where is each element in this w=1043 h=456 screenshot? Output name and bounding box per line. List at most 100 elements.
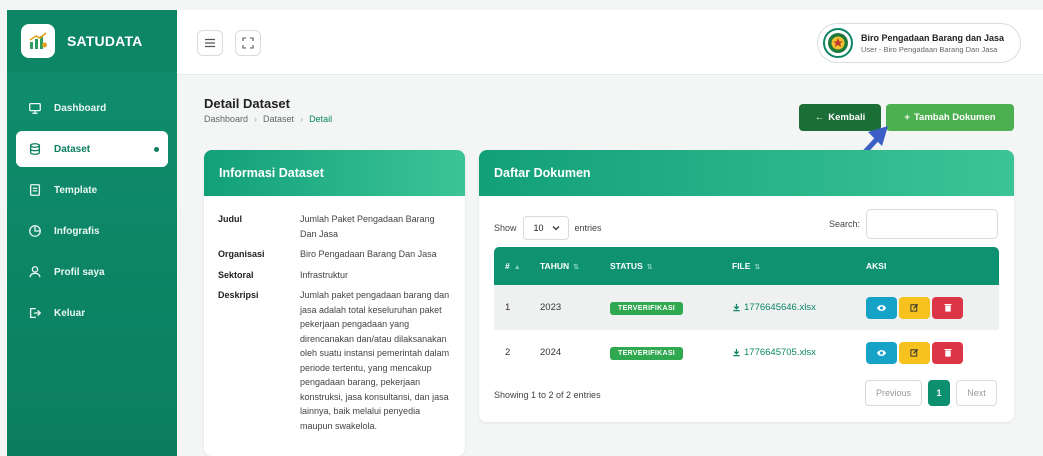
pie-chart-icon (29, 225, 41, 237)
breadcrumb-detail: Detail (309, 114, 333, 124)
cell-status: TERVERIFIKASI (596, 302, 718, 315)
info-value: Jumlah Paket Pengadaan Barang Dan Jasa (300, 214, 435, 239)
sidebar-item-label: Profil saya (54, 266, 105, 278)
cell-no: 1 (505, 302, 511, 313)
file-download-link[interactable]: 1776645705.xlsx (732, 347, 852, 358)
breadcrumb-dataset[interactable]: Dataset (263, 114, 294, 124)
emblem-icon (828, 33, 848, 53)
search-control: Search: (829, 209, 999, 239)
pagination-previous-button[interactable]: Previous (865, 380, 922, 406)
edit-button[interactable] (899, 296, 930, 319)
sort-icon: ⇅ (646, 264, 653, 271)
sidebar: SATUDATA Dashboard Dataset Template Info… (7, 10, 177, 456)
avatar (823, 28, 853, 58)
breadcrumb-separator: › (300, 114, 304, 124)
sidebar-item-profil[interactable]: Profil saya (16, 254, 168, 290)
chevron-down-icon (552, 226, 559, 231)
sort-icon: ▲ (513, 264, 521, 271)
info-row: Sektoral Infrastruktur (218, 268, 451, 283)
view-button[interactable] (866, 296, 897, 319)
show-label: Show (494, 223, 517, 233)
status-badge: TERVERIFIKASI (610, 302, 684, 315)
cell-file: 1776645646.xlsx (718, 302, 852, 313)
breadcrumb: Dashboard › Dataset › Detail (204, 114, 332, 124)
user-name: Biro Pengadaan Barang dan Jasa (861, 32, 1005, 43)
entries-label: entries (574, 223, 602, 233)
sidebar-item-dashboard[interactable]: Dashboard (16, 90, 168, 126)
col-header-label: TAHUN (540, 261, 570, 271)
sidebar-item-dataset[interactable]: Dataset (16, 131, 168, 167)
sidebar-item-template[interactable]: Template (16, 172, 168, 208)
info-card: Informasi Dataset Judul Jumlah Paket Pen… (204, 150, 465, 456)
sidebar-item-label: Dashboard (54, 102, 107, 114)
expand-icon (242, 37, 254, 49)
search-input[interactable] (866, 209, 999, 239)
sidebar-item-label: Template (54, 184, 98, 196)
col-header-aksi: AKSI (852, 261, 999, 271)
edit-button[interactable] (899, 341, 930, 364)
search-label: Search: (829, 219, 861, 229)
user-menu[interactable]: Biro Pengadaan Barang dan Jasa User - Bi… (817, 23, 1021, 63)
monitor-icon (29, 102, 41, 114)
sort-icon: ⇅ (754, 264, 761, 271)
info-value: Jumlah paket pengadaan barang dan jasa a… (300, 290, 450, 431)
menu-toggle-button[interactable] (197, 30, 223, 56)
add-document-label: Tambah Dokumen (913, 112, 996, 123)
cell-no: 2 (505, 347, 511, 358)
delete-button[interactable] (932, 296, 963, 319)
active-dot (154, 147, 159, 152)
cell-year: 2023 (540, 302, 562, 313)
sort-icon: ⇅ (573, 264, 579, 271)
page-title: Detail Dataset (204, 96, 290, 111)
plus-icon: + (904, 112, 910, 123)
col-header-status[interactable]: STATUS ⇅ (596, 261, 718, 271)
col-header-file[interactable]: FILE ⇅ (718, 261, 852, 271)
documents-table: # ▲ TAHUN ⇅ STATUS ⇅ FILE ⇅ AKSI 1 2023 TERV… (494, 247, 999, 375)
col-header-label: AKSI (866, 261, 887, 271)
col-header-label: # (505, 261, 510, 271)
trash-icon (944, 304, 951, 312)
topbar: Biro Pengadaan Barang dan Jasa User - Bi… (177, 10, 1043, 75)
info-row: Deskripsi Jumlah paket pengadaan barang … (218, 288, 451, 433)
documents-card-heading: Daftar Dokumen (479, 150, 1014, 196)
pagination: Previous 1 Next (865, 380, 997, 406)
entries-value: 10 (533, 223, 544, 233)
col-header-no[interactable]: # ▲ (494, 261, 526, 271)
fullscreen-button[interactable] (235, 30, 261, 56)
pagination-page-button[interactable]: 1 (928, 380, 950, 406)
pagination-next-button[interactable]: Next (956, 380, 997, 406)
add-document-button[interactable]: + Tambah Dokumen (886, 104, 1014, 131)
info-row: Organisasi Biro Pengadaan Barang Dan Jas… (218, 247, 451, 262)
logo-icon (21, 24, 55, 58)
info-value: Biro Pengadaan Barang Dan Jasa (300, 249, 437, 259)
back-button-label: Kembali (828, 112, 866, 123)
edit-icon (910, 303, 919, 312)
database-icon (29, 143, 41, 155)
col-header-label: STATUS (610, 261, 643, 271)
brand-title: SATUDATA (67, 33, 143, 49)
table-info: Showing 1 to 2 of 2 entries (494, 390, 601, 400)
info-table: Judul Jumlah Paket Pengadaan Barang Dan … (204, 196, 465, 433)
table-controls: Show 10 entries Search: (479, 196, 1014, 246)
download-icon (733, 348, 740, 357)
brand[interactable]: SATUDATA (7, 10, 177, 72)
col-header-tahun[interactable]: TAHUN ⇅ (526, 261, 596, 271)
eye-icon (876, 349, 887, 356)
sidebar-item-label: Dataset (54, 143, 91, 155)
sidebar-item-infografis[interactable]: Infografis (16, 213, 168, 249)
table-row: 2 2024 TERVERIFIKASI 1776645705.xlsx (494, 330, 999, 375)
download-icon (733, 303, 740, 312)
breadcrumb-separator: › (254, 114, 258, 124)
breadcrumb-dashboard[interactable]: Dashboard (204, 114, 248, 124)
arrow-left-icon: ← (814, 112, 825, 123)
col-header-label: FILE (732, 261, 751, 271)
view-button[interactable] (866, 341, 897, 364)
sidebar-item-keluar[interactable]: Keluar (16, 295, 168, 331)
info-value: Infrastruktur (300, 269, 349, 280)
cell-file: 1776645705.xlsx (718, 347, 852, 358)
file-download-link[interactable]: 1776645646.xlsx (732, 302, 852, 313)
delete-button[interactable] (932, 341, 963, 364)
entries-select[interactable]: 10 (522, 216, 569, 240)
cell-actions (852, 296, 999, 319)
status-badge: TERVERIFIKASI (610, 347, 684, 360)
